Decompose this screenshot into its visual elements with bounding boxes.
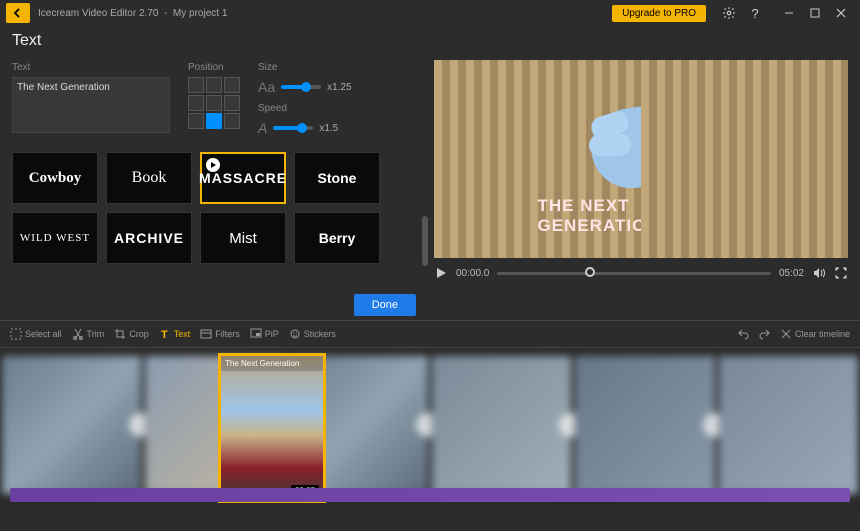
position-cell-6[interactable] [188,113,204,129]
svg-text:T: T [161,329,168,340]
style-massacre[interactable]: MASSACRE [200,152,286,204]
preview-text-overlay: THE NEXT GENERATION [538,196,745,236]
tool-pip[interactable]: PiP [250,328,279,340]
style-archive[interactable]: ARCHIVE [106,212,192,264]
scrollbar[interactable] [422,216,428,266]
style-wild-west[interactable]: WILD WEST [12,212,98,264]
audio-track[interactable] [10,488,850,502]
clear-timeline-button[interactable]: Clear timeline [781,329,850,339]
maximize-icon[interactable] [804,2,826,24]
play-indicator-icon [206,158,220,172]
speed-slider[interactable] [273,126,313,130]
volume-icon[interactable] [812,266,826,280]
text-input[interactable] [12,77,170,133]
size-slider[interactable] [281,85,321,89]
undo-button[interactable] [737,328,749,340]
position-cell-3[interactable] [188,95,204,111]
style-stone[interactable]: Stone [294,152,380,204]
style-berry[interactable]: Berry [294,212,380,264]
done-button[interactable]: Done [354,294,416,316]
position-label: Position [188,62,240,73]
position-cell-8[interactable] [224,113,240,129]
fullscreen-icon[interactable] [834,266,848,280]
tool-select-all[interactable]: Select all [10,328,62,340]
back-button[interactable] [6,3,30,23]
style-book[interactable]: Book [106,152,192,204]
speed-value: x1.5 [319,123,338,134]
style-mist[interactable]: Mist [200,212,286,264]
clip-label: The Next Generation [221,356,323,371]
tool-stickers[interactable]: Stickers [289,328,336,340]
app-title: Icecream Video Editor 2.70 - My project … [38,8,227,19]
seek-bar[interactable] [497,272,771,275]
position-cell-4[interactable] [206,95,222,111]
position-cell-2[interactable] [224,77,240,93]
timeline[interactable]: The Next Generation 00:03 [0,348,860,508]
position-cell-5[interactable] [224,95,240,111]
position-cell-1[interactable] [206,77,222,93]
panel-title: Text [0,26,860,56]
current-time: 00:00.0 [456,268,489,279]
style-cowboy[interactable]: Cowboy [12,152,98,204]
play-button[interactable] [434,266,448,280]
text-label: Text [12,62,170,73]
close-icon[interactable] [830,2,852,24]
redo-button[interactable] [759,328,771,340]
tool-filters[interactable]: Filters [200,328,240,340]
help-icon[interactable]: ? [744,2,766,24]
size-value: x1.25 [327,82,351,93]
position-grid[interactable] [188,77,240,129]
total-time: 05:02 [779,268,804,279]
size-icon: Aa [258,79,275,95]
tool-trim[interactable]: Trim [72,328,105,340]
position-cell-0[interactable] [188,77,204,93]
tool-text[interactable]: TText [159,328,191,340]
gear-icon[interactable] [718,2,740,24]
speed-label: Speed [258,103,352,114]
tool-crop[interactable]: Crop [114,328,149,340]
upgrade-button[interactable]: Upgrade to PRO [612,5,706,22]
position-cell-7[interactable] [206,113,222,129]
size-label: Size [258,62,352,73]
timeline-selected-clip[interactable]: The Next Generation 00:03 [218,353,326,503]
speed-icon: A [258,120,267,136]
preview-viewport: THE NEXT GENERATION [434,60,848,258]
minimize-icon[interactable] [778,2,800,24]
